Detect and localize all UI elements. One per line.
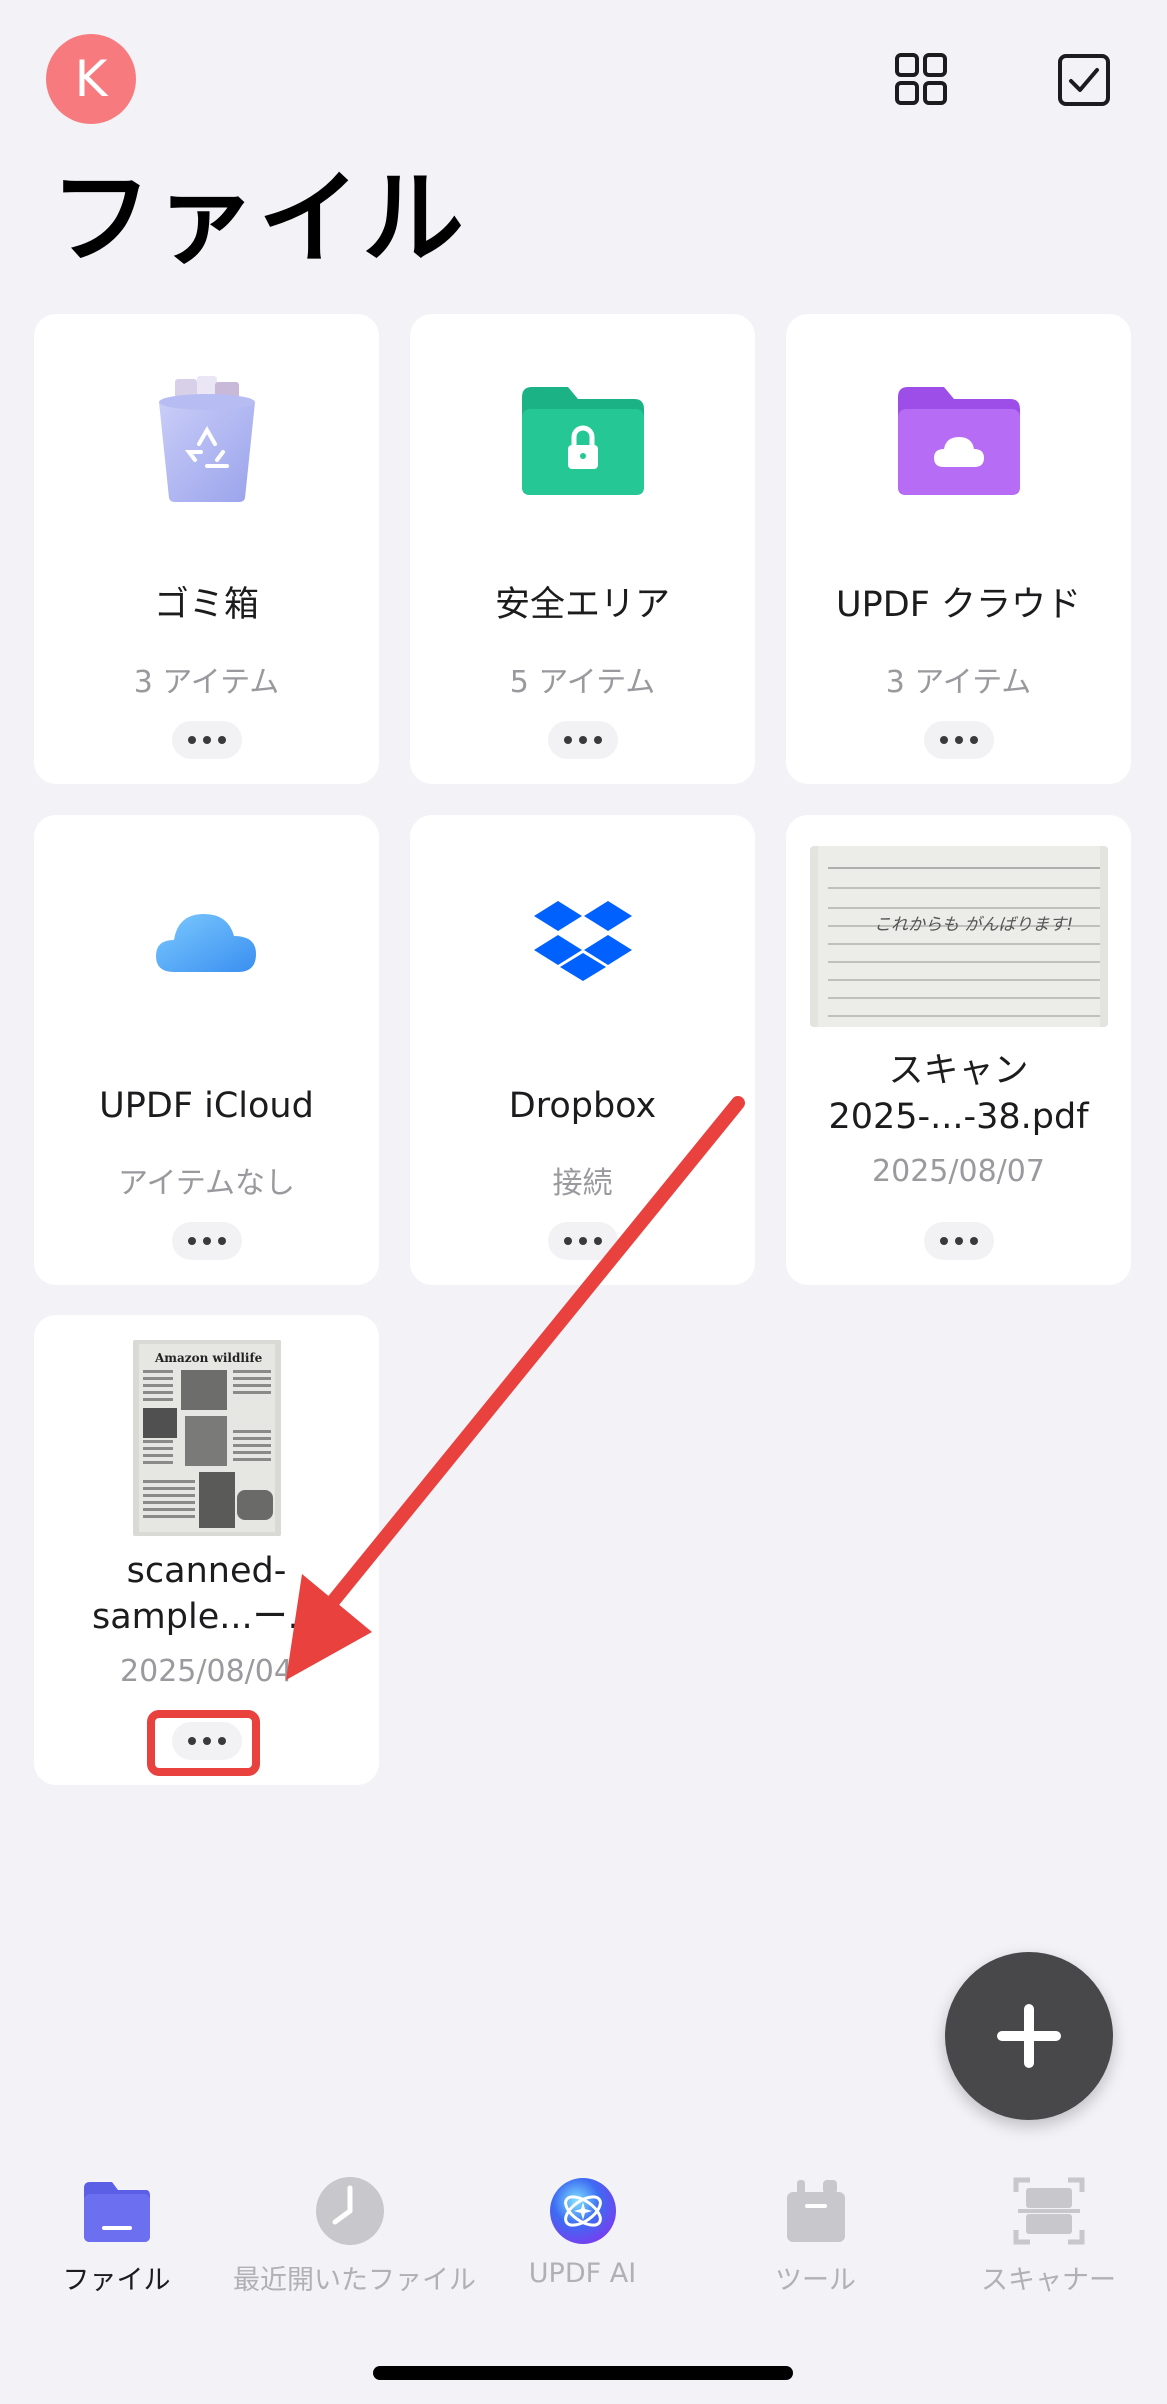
icloud-icon-wrap <box>34 870 379 1010</box>
cloud-folder-icon <box>897 387 1020 495</box>
clock-icon <box>315 2177 384 2245</box>
scan-thumbnail: これからも がんばります! <box>810 846 1108 1027</box>
annotation-highlight-box <box>147 1710 260 1776</box>
tab-label: スキャナー <box>981 2265 1116 2296</box>
bottom-tab-bar: ファイル 最近開いたファイル UPDF AI ツール スキャナー <box>0 2150 1167 2296</box>
toolbox-icon <box>786 2180 845 2242</box>
card-updf-cloud[interactable]: UPDF クラウド 3 アイテム <box>786 314 1131 784</box>
card-subtitle: 3 アイテム <box>885 665 1032 700</box>
cloud-folder-icon-wrap <box>786 369 1131 509</box>
avatar[interactable]: K <box>46 34 136 124</box>
more-options-button[interactable] <box>923 1222 994 1260</box>
ai-orb-icon <box>549 2178 616 2244</box>
card-subtitle: 3 アイテム <box>133 665 280 700</box>
card-subtitle: 5 アイテム <box>509 665 656 700</box>
add-button[interactable] <box>945 1952 1113 2120</box>
tab-scanner[interactable]: スキャナー <box>932 2150 1165 2296</box>
card-scan-file[interactable]: これからも がんばります! スキャン 2025-...-38.pdf 2025/… <box>786 815 1131 1285</box>
card-title: スキャン 2025-...-38.pdf <box>828 1051 1089 1137</box>
card-title: UPDF iCloud <box>99 1086 314 1126</box>
trash-icon <box>158 376 255 502</box>
tab-label: ツール <box>775 2265 856 2296</box>
notebook-lines-icon: これからも がんばります! <box>810 846 1108 1027</box>
card-trash[interactable]: ゴミ箱 3 アイテム <box>34 314 379 784</box>
card-title: ゴミ箱 <box>153 585 259 625</box>
card-subtitle: アイテムなし <box>118 1166 295 1201</box>
newspaper-page-icon: Amazon wildlife <box>133 1340 281 1536</box>
card-subtitle: 2025/08/07 <box>872 1154 1045 1189</box>
card-title: 安全エリア <box>494 585 670 625</box>
icloud-icon <box>155 914 256 972</box>
more-options-button[interactable] <box>547 1222 618 1260</box>
card-title: UPDF クラウド <box>836 585 1081 625</box>
more-options-button[interactable] <box>547 721 618 759</box>
select-checkbox-icon[interactable] <box>1057 53 1111 107</box>
card-dropbox[interactable]: Dropbox 接続 <box>410 815 755 1285</box>
tab-label: UPDF AI <box>528 2258 637 2289</box>
thumbnail-handwriting: これからも がんばります! <box>874 915 1073 935</box>
more-options-button[interactable] <box>171 721 242 759</box>
more-options-button[interactable] <box>923 721 994 759</box>
dropbox-icon-wrap <box>410 870 755 1010</box>
card-title: Dropbox <box>508 1086 657 1126</box>
tab-tools[interactable]: ツール <box>699 2150 932 2296</box>
top-bar: K <box>0 0 1167 160</box>
tab-label: ファイル <box>62 2265 171 2296</box>
tab-files[interactable]: ファイル <box>0 2150 233 2296</box>
plus-icon <box>997 2004 1061 2068</box>
trash-icon-wrap <box>34 369 379 509</box>
tab-label: 最近開いたファイル <box>233 2265 476 2296</box>
card-subtitle: 2025/08/04 <box>120 1654 293 1689</box>
thumbnail-headline: Amazon wildlife <box>154 1351 263 1365</box>
page-title: ファイル <box>50 160 466 279</box>
files-folder-icon <box>83 2182 150 2242</box>
dropbox-icon <box>533 901 632 981</box>
grid-view-icon[interactable] <box>895 53 947 105</box>
tab-recent[interactable]: 最近開いたファイル <box>233 2150 476 2296</box>
pdf-thumbnail: Amazon wildlife <box>133 1340 281 1536</box>
tab-updf-ai[interactable]: UPDF AI <box>466 2150 699 2289</box>
scanner-icon <box>1013 2177 1084 2245</box>
card-title: scanned- sample...ー.p <box>92 1551 321 1637</box>
card-secure-area[interactable]: 安全エリア 5 アイテム <box>410 314 755 784</box>
secure-folder-icon-wrap <box>410 369 755 509</box>
card-updf-icloud[interactable]: UPDF iCloud アイテムなし <box>34 815 379 1285</box>
more-options-button[interactable] <box>171 1222 242 1260</box>
card-subtitle: 接続 <box>552 1166 613 1201</box>
secure-folder-icon <box>521 387 644 495</box>
home-indicator <box>373 2366 793 2380</box>
